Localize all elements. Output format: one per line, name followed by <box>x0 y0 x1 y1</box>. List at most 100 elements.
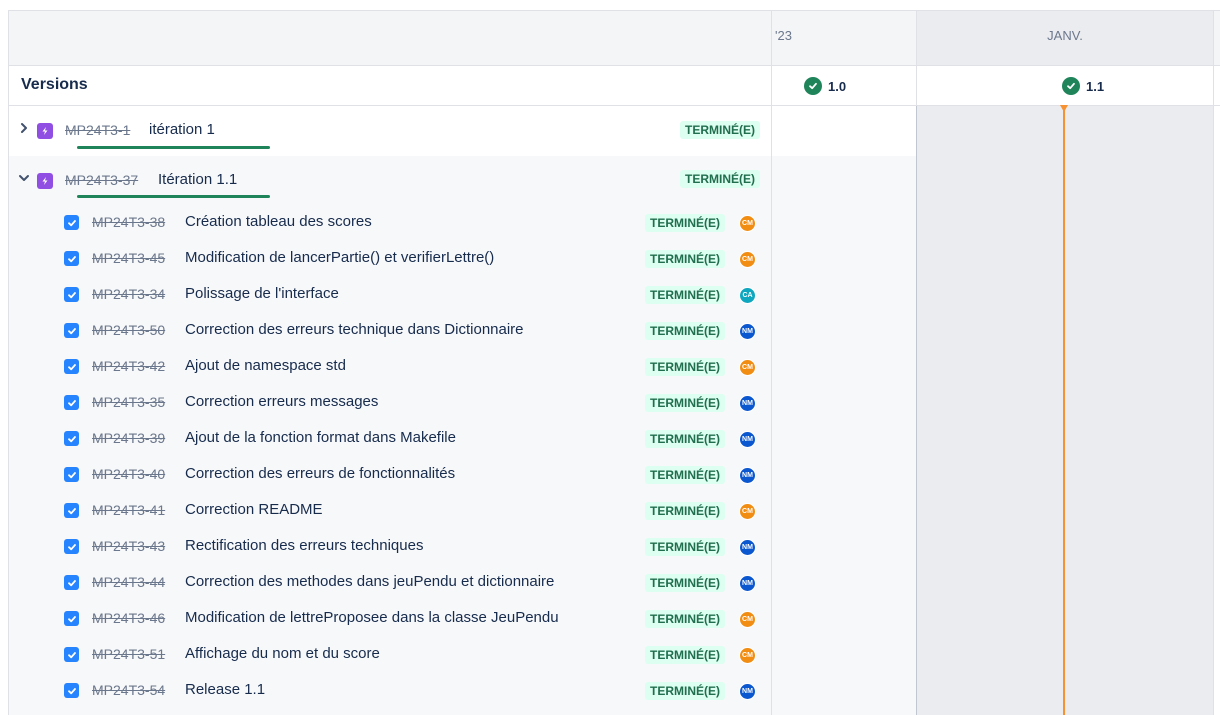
versions-label: Versions <box>21 76 88 93</box>
task-checkbox-icon <box>64 467 79 482</box>
task-row[interactable]: MP24T3-50 Correction des erreurs techniqu… <box>9 313 771 349</box>
assignee-avatar[interactable]: CM <box>739 611 756 628</box>
task-title[interactable]: Ajout de la fonction format dans Makefil… <box>185 429 456 446</box>
assignee-avatar[interactable]: CA <box>739 287 756 304</box>
status-badge: TERMINÉ(E) <box>645 250 725 268</box>
task-checkbox-icon <box>64 539 79 554</box>
task-checkbox-icon <box>64 503 79 518</box>
year-label: '23 <box>775 28 792 43</box>
task-key[interactable]: MP24T3-39 <box>92 430 165 446</box>
version-marker-1-0[interactable]: 1.0 <box>804 76 846 96</box>
task-key[interactable]: MP24T3-44 <box>92 574 165 590</box>
task-key[interactable]: MP24T3-34 <box>92 286 165 302</box>
task-row[interactable]: MP24T3-38 Création tableau des scores TERM… <box>9 205 771 241</box>
epic-title[interactable]: itération 1 <box>149 121 215 138</box>
task-title[interactable]: Correction erreurs messages <box>185 393 378 410</box>
version-marker-1-1[interactable]: 1.1 <box>1062 76 1104 96</box>
column-divider[interactable] <box>771 11 772 715</box>
epic-row[interactable]: MP24T3-1 itération 1 TERMINÉ(E) <box>9 106 771 156</box>
task-key[interactable]: MP24T3-51 <box>92 646 165 662</box>
task-title[interactable]: Release 1.1 <box>185 681 265 698</box>
chevron-right-icon[interactable] <box>17 121 31 135</box>
task-key[interactable]: MP24T3-35 <box>92 394 165 410</box>
task-title[interactable]: Polissage de l'interface <box>185 285 339 302</box>
timeline-header: '23 JANV. <box>9 11 1220 66</box>
status-badge: TERMINÉ(E) <box>645 466 725 484</box>
task-row[interactable]: MP24T3-42 Ajout de namespace std TERMINÉ(E… <box>9 349 771 385</box>
assignee-avatar[interactable]: NM <box>739 539 756 556</box>
task-key[interactable]: MP24T3-50 <box>92 322 165 338</box>
epic-key[interactable]: MP24T3-1 <box>65 122 130 138</box>
epic-key[interactable]: MP24T3-37 <box>65 172 138 188</box>
task-row[interactable]: MP24T3-46 Modification de lettreProposee … <box>9 601 771 637</box>
status-badge: TERMINÉ(E) <box>645 430 725 448</box>
task-title[interactable]: Création tableau des scores <box>185 213 372 230</box>
task-checkbox-icon <box>64 431 79 446</box>
status-badge: TERMINÉ(E) <box>645 358 725 376</box>
task-key[interactable]: MP24T3-54 <box>92 682 165 698</box>
assignee-avatar[interactable]: CM <box>739 215 756 232</box>
assignee-avatar[interactable]: CM <box>739 359 756 376</box>
task-title[interactable]: Ajout de namespace std <box>185 357 346 374</box>
task-row[interactable]: MP24T3-43 Rectification des erreurs techn… <box>9 529 771 565</box>
task-key[interactable]: MP24T3-43 <box>92 538 165 554</box>
status-badge: TERMINÉ(E) <box>680 121 760 139</box>
task-key[interactable]: MP24T3-42 <box>92 358 165 374</box>
task-key[interactable]: MP24T3-40 <box>92 466 165 482</box>
status-badge: TERMINÉ(E) <box>645 394 725 412</box>
assignee-avatar[interactable]: CM <box>739 647 756 664</box>
task-row[interactable]: MP24T3-41 Correction README TERMINÉ(E) CM <box>9 493 771 529</box>
assignee-avatar[interactable]: NM <box>739 467 756 484</box>
today-marker-line <box>1063 105 1065 715</box>
epic-progress-bar <box>77 146 270 149</box>
status-badge: TERMINÉ(E) <box>645 502 725 520</box>
epic-title[interactable]: Itération 1.1 <box>158 171 237 188</box>
epic-icon <box>37 173 53 189</box>
task-checkbox-icon <box>64 215 79 230</box>
status-badge: TERMINÉ(E) <box>645 682 725 700</box>
assignee-avatar[interactable]: NM <box>739 431 756 448</box>
task-checkbox-icon <box>64 251 79 266</box>
task-key[interactable]: MP24T3-41 <box>92 502 165 518</box>
assignee-avatar[interactable]: CM <box>739 251 756 268</box>
task-title[interactable]: Modification de lettreProposee dans la c… <box>185 609 559 626</box>
task-row[interactable]: MP24T3-45 Modification de lancerPartie() … <box>9 241 771 277</box>
task-key[interactable]: MP24T3-38 <box>92 214 165 230</box>
task-title[interactable]: Modification de lancerPartie() et verifi… <box>185 249 494 266</box>
status-badge: TERMINÉ(E) <box>645 646 725 664</box>
task-row[interactable]: MP24T3-40 Correction des erreurs de fonct… <box>9 457 771 493</box>
task-row[interactable]: MP24T3-54 Release 1.1 TERMINÉ(E) NM <box>9 673 771 709</box>
child-issues-list: MP24T3-38 Création tableau des scores TERM… <box>9 206 771 715</box>
chevron-down-icon[interactable] <box>17 171 31 185</box>
task-row[interactable]: MP24T3-44 Correction des methodes dans je… <box>9 565 771 601</box>
versions-row: Versions 1.0 1.1 <box>9 66 1220 106</box>
task-row[interactable]: MP24T3-51 Affichage du nom et du score TER… <box>9 637 771 673</box>
task-row[interactable]: MP24T3-39 Ajout de la fonction format dan… <box>9 421 771 457</box>
status-badge: TERMINÉ(E) <box>645 322 725 340</box>
status-badge: TERMINÉ(E) <box>645 574 725 592</box>
task-title[interactable]: Affichage du nom et du score <box>185 645 380 662</box>
epic-progress-bar <box>77 195 270 198</box>
task-key[interactable]: MP24T3-46 <box>92 610 165 626</box>
assignee-avatar[interactable]: CM <box>739 503 756 520</box>
version-name: 1.0 <box>828 78 847 94</box>
assignee-avatar[interactable]: NM <box>739 395 756 412</box>
task-key[interactable]: MP24T3-45 <box>92 250 165 266</box>
status-badge: TERMINÉ(E) <box>645 214 725 232</box>
task-title[interactable]: Correction des erreurs technique dans Di… <box>185 321 524 338</box>
assignee-avatar[interactable]: NM <box>739 575 756 592</box>
task-title[interactable]: Rectification des erreurs techniques <box>185 537 423 554</box>
task-row[interactable]: MP24T3-34 Polissage de l'interface TERMINÉ… <box>9 277 771 313</box>
task-checkbox-icon <box>64 647 79 662</box>
status-badge: TERMINÉ(E) <box>645 286 725 304</box>
task-title[interactable]: Correction README <box>185 501 323 518</box>
epic-row[interactable]: MP24T3-37 Itération 1.1 TERMINÉ(E) <box>9 156 771 206</box>
task-title[interactable]: Correction des methodes dans jeuPendu et… <box>185 573 554 590</box>
roadmap-frame: '23 JANV. Versions 1.0 1.1 MP24T3-1 itér… <box>8 10 1220 715</box>
assignee-avatar[interactable]: NM <box>739 683 756 700</box>
task-row[interactable]: MP24T3-35 Correction erreurs messages TERM… <box>9 385 771 421</box>
task-checkbox-icon <box>64 611 79 626</box>
today-marker-icon <box>1060 105 1068 112</box>
assignee-avatar[interactable]: NM <box>739 323 756 340</box>
task-title[interactable]: Correction des erreurs de fonctionnalité… <box>185 465 455 482</box>
